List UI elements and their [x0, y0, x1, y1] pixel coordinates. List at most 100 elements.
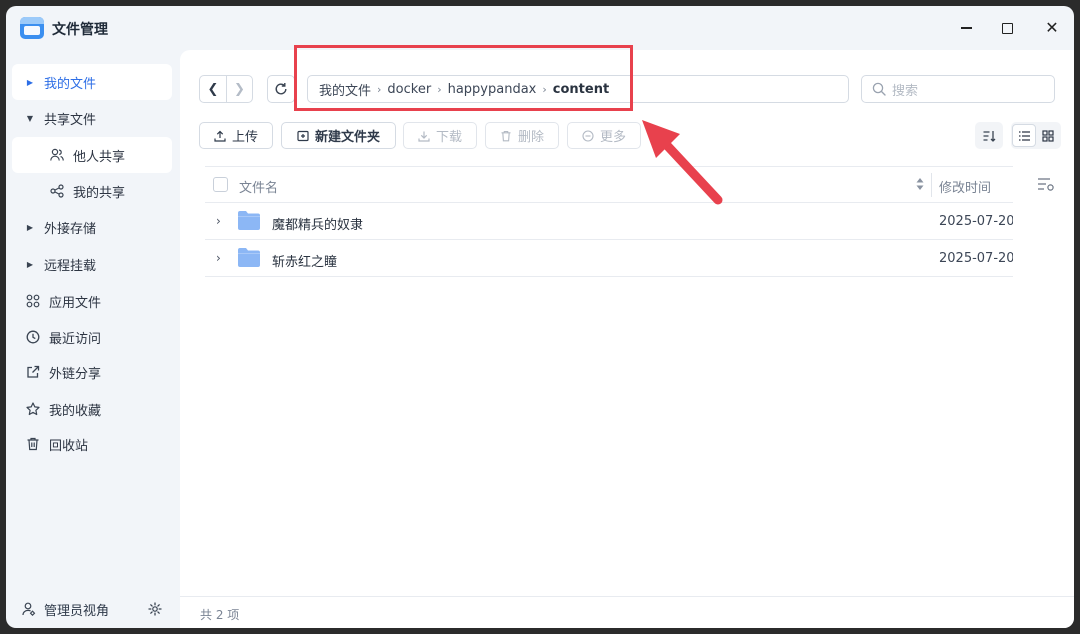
sidebar-item-remote-mount[interactable]: ▶ 远程挂载 — [12, 246, 172, 282]
sort-button[interactable] — [975, 122, 1003, 149]
delete-label: 删除 — [517, 130, 544, 145]
file-modified-time: 2025-07-20 1 — [939, 251, 1013, 266]
sidebar-item-external-links[interactable]: 外链分享 — [12, 354, 172, 390]
star-icon — [26, 402, 40, 416]
chevron-left-icon: ❮ — [207, 81, 219, 97]
table-row[interactable]: › 魔都精兵的奴隶 2025-07-20 1 — [205, 203, 1013, 240]
folder-icon — [237, 247, 261, 268]
admin-user-icon — [22, 602, 36, 616]
sidebar-item-label: 最近访问 — [49, 331, 102, 347]
sidebar-item-shared-files[interactable]: ▼ 共享文件 — [12, 100, 172, 136]
caret-down-icon[interactable]: ▼ — [26, 114, 34, 123]
sidebar-item-my-files[interactable]: ▶ 我的文件 — [12, 64, 172, 100]
gear-icon[interactable] — [148, 602, 162, 616]
chevron-right-icon: ❯ — [234, 81, 245, 97]
users-icon — [50, 148, 64, 162]
clock-icon — [26, 330, 40, 344]
sidebar-item-label: 外链分享 — [49, 366, 102, 382]
minimize-button[interactable] — [952, 16, 980, 40]
column-settings-icon[interactable] — [1037, 176, 1055, 192]
sort-icon — [983, 130, 996, 142]
caret-right-icon[interactable]: ▶ — [26, 78, 34, 87]
window-title: 文件管理 — [52, 22, 108, 38]
maximize-icon — [1001, 22, 1013, 34]
sidebar-item-label: 回收站 — [49, 438, 89, 454]
list-view-icon — [1018, 130, 1030, 141]
trash-icon — [500, 130, 512, 142]
maximize-button[interactable] — [993, 16, 1021, 40]
back-button[interactable]: ❮ — [200, 76, 226, 102]
forward-button[interactable]: ❯ — [225, 76, 252, 102]
title-bar: 文件管理 ✕ — [6, 6, 1074, 50]
status-bar: 共 2 项 — [180, 596, 1074, 628]
sidebar-item-shared-with-me[interactable]: 他人共享 — [12, 137, 172, 173]
new-folder-label: 新建文件夹 — [314, 130, 380, 145]
grid-view-icon — [1042, 129, 1054, 142]
column-divider[interactable] — [931, 173, 932, 197]
sidebar-item-label: 我的收藏 — [49, 403, 102, 419]
annotation-highlight-box — [294, 45, 633, 111]
sidebar-item-label: 远程挂载 — [44, 258, 97, 274]
file-name: 魔都精兵的奴隶 — [272, 218, 364, 233]
admin-view-label[interactable]: 管理员视角 — [44, 600, 109, 619]
sidebar-item-recent[interactable]: 最近访问 — [12, 319, 172, 355]
apps-grid-icon — [26, 294, 40, 308]
sort-arrows-icon[interactable] — [915, 176, 925, 192]
file-name: 斩赤红之瞳 — [272, 255, 338, 270]
sidebar-item-external-storage[interactable]: ▶ 外接存储 — [12, 209, 172, 245]
column-header-name[interactable]: 文件名 — [239, 177, 278, 196]
close-icon: ✕ — [1045, 18, 1059, 37]
item-count: 共 2 项 — [200, 608, 240, 622]
sidebar-item-app-files[interactable]: 应用文件 — [12, 283, 172, 319]
chevron-right-icon[interactable]: › — [216, 251, 226, 265]
sidebar-item-label: 我的文件 — [44, 76, 97, 92]
caret-right-icon[interactable]: ▶ — [26, 223, 34, 232]
refresh-icon — [275, 83, 287, 95]
sidebar-item-recycle-bin[interactable]: 回收站 — [12, 426, 172, 462]
select-all-checkbox[interactable] — [213, 177, 228, 192]
more-button[interactable]: 更多 — [567, 122, 641, 149]
sidebar-item-label: 外接存储 — [44, 221, 97, 237]
new-folder-button[interactable]: 新建文件夹 — [281, 122, 396, 149]
table-header: 文件名 修改时间 — [205, 166, 1013, 203]
sidebar-footer: 管理员视角 — [6, 590, 180, 628]
search-input[interactable]: 搜索 — [861, 75, 1055, 103]
history-nav-group: ❮ ❯ — [199, 75, 253, 103]
list-view-button[interactable] — [1012, 124, 1036, 147]
download-label: 下载 — [435, 130, 462, 145]
upload-label: 上传 — [231, 130, 258, 145]
delete-button[interactable]: 删除 — [485, 122, 559, 149]
upload-button[interactable]: 上传 — [199, 122, 273, 149]
trash-icon — [26, 437, 40, 451]
search-icon — [872, 82, 886, 96]
more-label: 更多 — [599, 130, 626, 145]
table-row[interactable]: › 斩赤红之瞳 2025-07-20 1 — [205, 240, 1013, 277]
sidebar-item-label: 他人共享 — [73, 149, 126, 165]
grid-view-button[interactable] — [1036, 124, 1060, 147]
minimize-icon — [960, 27, 972, 29]
download-icon — [418, 130, 430, 142]
new-folder-icon — [297, 130, 309, 142]
file-manager-app-icon — [20, 17, 44, 39]
column-header-modified[interactable]: 修改时间 — [939, 177, 991, 196]
main-panel: ❮ ❯ 我的文件 › docker › happypandax › conten… — [180, 50, 1074, 628]
share-icon — [50, 184, 64, 198]
sidebar-item-label: 我的共享 — [73, 185, 126, 201]
chevron-right-icon[interactable]: › — [216, 214, 226, 228]
more-icon — [582, 129, 594, 142]
external-link-icon — [26, 365, 40, 379]
close-button[interactable]: ✕ — [1038, 16, 1066, 40]
sidebar-item-label: 共享文件 — [44, 112, 97, 128]
download-button[interactable]: 下载 — [403, 122, 477, 149]
sidebar-item-label: 应用文件 — [49, 295, 102, 311]
view-mode-group — [1011, 122, 1061, 149]
caret-right-icon[interactable]: ▶ — [26, 260, 34, 269]
upload-icon — [214, 130, 226, 142]
sidebar-item-favorites[interactable]: 我的收藏 — [12, 391, 172, 427]
search-placeholder: 搜索 — [892, 83, 919, 99]
sidebar-item-my-shares[interactable]: 我的共享 — [12, 173, 172, 209]
sidebar: ▶ 我的文件 ▼ 共享文件 他人共享 我的共享 ▶ 外接存储 ▶ 远程挂载 应用… — [6, 50, 180, 628]
file-modified-time: 2025-07-20 1 — [939, 214, 1013, 229]
folder-icon — [237, 210, 261, 231]
refresh-button[interactable] — [267, 75, 295, 103]
